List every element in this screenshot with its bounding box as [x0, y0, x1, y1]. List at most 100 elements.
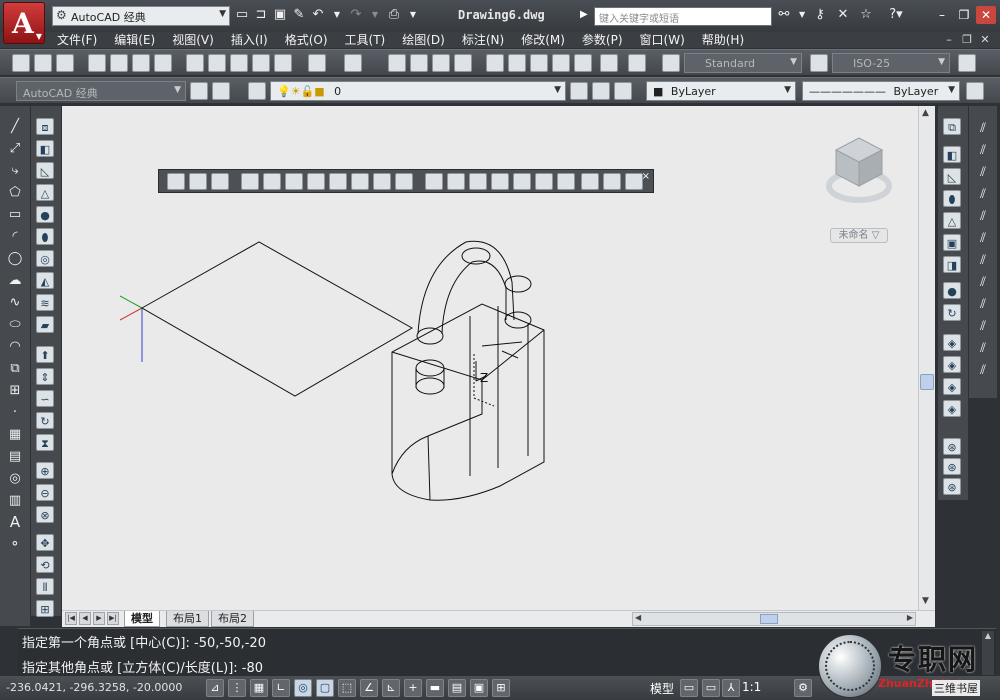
menu-edit[interactable]: 编辑(E) [114, 32, 155, 48]
ucs-object-icon[interactable]: ⫽ [974, 208, 992, 225]
status-model-label[interactable]: 模型 [650, 680, 674, 697]
prev-tab-icon[interactable]: ◀ [79, 612, 91, 625]
ucs-zaxis-icon[interactable]: ⫽ [974, 274, 992, 291]
check-icon[interactable] [557, 173, 575, 190]
tab-model[interactable]: 模型 [124, 611, 160, 627]
tab-layout2[interactable]: 布局2 [211, 611, 254, 627]
3d-align-icon[interactable]: ⫴ [36, 578, 54, 595]
scroll-left-icon[interactable]: ◀ [635, 613, 641, 622]
text-style-icon[interactable] [662, 54, 680, 72]
workspace-toolbar-combo[interactable]: AutoCAD 经典 ▼ [16, 81, 186, 101]
workspace-settings-icon[interactable] [190, 82, 208, 100]
quick-view-layouts-icon[interactable]: ▭ [680, 679, 698, 697]
new-file-icon[interactable]: ▭ [234, 7, 250, 23]
color-edges-icon[interactable] [447, 173, 465, 190]
design-web-icon[interactable] [154, 54, 172, 72]
wedge-view-icon[interactable]: ◺ [943, 168, 961, 185]
viewcube[interactable] [826, 137, 892, 203]
intersect-icon[interactable] [211, 173, 229, 190]
extrude-icon[interactable]: ⬆ [36, 346, 54, 363]
cone-view-icon[interactable]: △ [943, 212, 961, 229]
clean-icon[interactable] [491, 173, 509, 190]
3d-object-snap-icon[interactable]: ⬚ [338, 679, 356, 697]
scroll-up-icon[interactable]: ▲ [922, 108, 929, 118]
workspace-switching-icon[interactable]: ⚙ [794, 679, 812, 697]
extrude-faces-icon[interactable] [241, 173, 259, 190]
table-icon[interactable]: ▥ [6, 492, 24, 509]
revolve-icon[interactable]: ↻ [36, 412, 54, 429]
first-tab-icon[interactable]: |◀ [65, 612, 77, 625]
loft-icon[interactable]: ⧗ [36, 434, 54, 451]
box-icon[interactable]: ◧ [36, 140, 54, 157]
object-snap-tracking-icon[interactable]: ∠ [360, 679, 378, 697]
copy-icon[interactable] [208, 54, 226, 72]
continuous-orbit-icon[interactable]: ⊛ [943, 478, 961, 495]
shell-icon[interactable] [535, 173, 553, 190]
rectangle-icon[interactable]: ▭ [6, 206, 24, 223]
line-icon[interactable]: ╱ [6, 118, 24, 135]
ellipse-arc-icon[interactable]: ◠ [6, 338, 24, 355]
planar-surface-icon[interactable]: ▰ [36, 316, 54, 333]
orbit-icon[interactable]: ↻ [943, 304, 961, 321]
layer-combo[interactable]: 💡☀🔓■ 0 ▼ [270, 81, 566, 101]
workspace-combo[interactable]: ⚙ AutoCAD 经典 ▼ [52, 6, 230, 26]
polar-tracking-icon[interactable]: ◎ [294, 679, 312, 697]
tab-layout1[interactable]: 布局1 [166, 611, 209, 627]
save-icon[interactable]: ▣ [272, 7, 288, 23]
ucs-z-icon[interactable]: ⫽ [974, 362, 992, 379]
thicken-icon[interactable] [603, 173, 621, 190]
command-prompt-line-2[interactable]: 指定其他角点或 [立方体(C)/长度(L)]: -80 [22, 657, 263, 676]
undo-icon[interactable] [308, 54, 326, 72]
solid-history-icon[interactable]: ⧉ [943, 118, 961, 135]
doc-minimize-icon[interactable]: – [942, 33, 956, 46]
polysolid-icon[interactable]: ⧈ [36, 118, 54, 135]
infer-constraints-icon[interactable]: ⊿ [206, 679, 224, 697]
pan-icon[interactable] [388, 54, 406, 72]
polygon-icon[interactable]: ⬠ [6, 184, 24, 201]
free-orbit-icon[interactable]: ⊛ [943, 458, 961, 475]
communication-icon[interactable]: ✕ [835, 7, 851, 23]
subtract-icon[interactable]: ⊖ [36, 484, 54, 501]
plot-icon[interactable] [88, 54, 106, 72]
slice-icon[interactable] [581, 173, 599, 190]
offset-faces-icon[interactable] [285, 173, 303, 190]
subtract-icon[interactable] [189, 173, 207, 190]
binoculars-icon[interactable]: ⚯ [776, 7, 792, 23]
menu-format[interactable]: 格式(O) [285, 32, 328, 48]
annotation-scale-value[interactable]: 1:1 [742, 680, 761, 694]
3d-move-icon[interactable]: ✥ [36, 534, 54, 551]
spline-icon[interactable]: ∿ [6, 294, 24, 311]
redo-dropdown-icon[interactable]: ▼ [367, 7, 383, 23]
paste-icon[interactable] [230, 54, 248, 72]
properties-icon[interactable] [486, 54, 504, 72]
multiline-text-icon[interactable]: A [6, 514, 24, 531]
polyline-icon[interactable]: ⤷ [6, 162, 24, 179]
make-current-icon[interactable] [570, 82, 588, 100]
ucs-y-icon[interactable]: ⫽ [974, 340, 992, 357]
ucs-origin-icon[interactable]: ⫽ [974, 252, 992, 269]
presspull-icon[interactable]: ⇕ [36, 368, 54, 385]
scroll-down-icon[interactable]: ▼ [922, 596, 929, 606]
design-center-icon[interactable] [508, 54, 526, 72]
wedge-icon[interactable]: ◺ [36, 162, 54, 179]
save-as-icon[interactable]: ✎ [291, 7, 307, 23]
help-icon[interactable] [628, 54, 646, 72]
title-arrow-icon[interactable]: ▶ [580, 9, 588, 20]
sphere-view-icon[interactable]: ● [943, 282, 961, 299]
rotate-faces-icon[interactable] [329, 173, 347, 190]
separate-icon[interactable] [513, 173, 531, 190]
helix-icon[interactable]: ≋ [36, 294, 54, 311]
region-icon[interactable]: ◎ [6, 470, 24, 487]
zoom-realtime-icon[interactable] [410, 54, 428, 72]
block-editor-icon[interactable] [274, 54, 292, 72]
coordinates-readout[interactable]: -236.0421, -296.3258, -20.0000 [6, 681, 182, 694]
snap-mode-icon[interactable]: ⋮ [228, 679, 246, 697]
sphere-icon[interactable]: ● [36, 206, 54, 223]
ellipse-icon[interactable]: ⬭ [6, 316, 24, 333]
left-view-icon[interactable]: ◨ [943, 256, 961, 273]
text-style-combo[interactable]: Standard ▼ [684, 53, 802, 73]
color-faces-icon[interactable] [395, 173, 413, 190]
construction-line-icon[interactable]: ⤢ [6, 140, 24, 157]
linetype-combo[interactable]: ——————— ByLayer ▼ [802, 81, 960, 101]
ortho-mode-icon[interactable]: ∟ [272, 679, 290, 697]
